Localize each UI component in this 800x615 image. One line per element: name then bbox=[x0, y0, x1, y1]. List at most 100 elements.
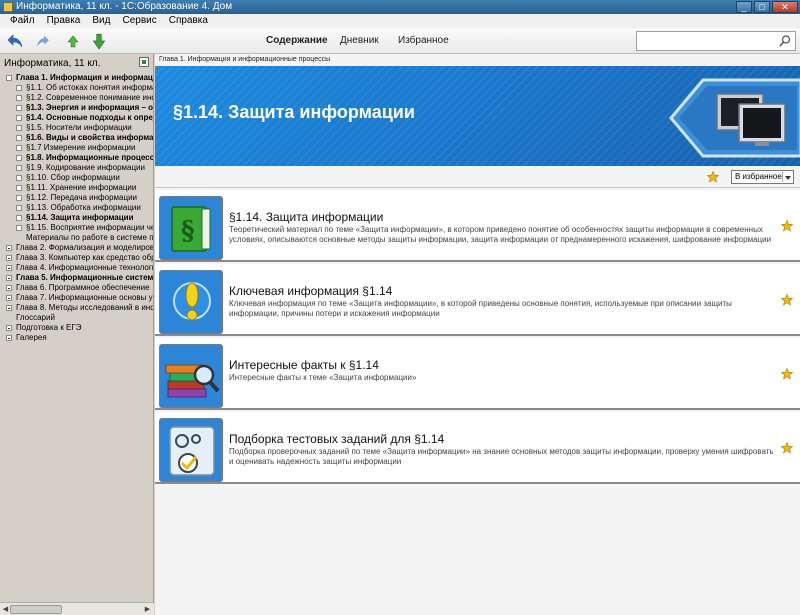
leaf-icon bbox=[16, 95, 22, 101]
up-arrow-icon bbox=[67, 35, 79, 48]
search-icon[interactable] bbox=[778, 34, 792, 48]
forward-arrow-icon bbox=[37, 35, 49, 46]
tree-section-item[interactable]: §1.5. Носители информации bbox=[0, 123, 153, 133]
expand-icon[interactable] bbox=[6, 295, 12, 301]
leaf-icon bbox=[16, 175, 22, 181]
empty-area bbox=[155, 489, 800, 615]
tree-section-item[interactable]: §1.14. Защита информации bbox=[0, 213, 153, 223]
expand-icon[interactable] bbox=[6, 275, 12, 281]
tree-section-item[interactable]: §1.13. Обработка информации bbox=[0, 203, 153, 213]
resource-card-tests[interactable]: Подборка тестовых заданий для §1.14 Подб… bbox=[155, 412, 800, 484]
leaf-icon bbox=[16, 145, 22, 151]
menu-view[interactable]: Вид bbox=[86, 14, 116, 28]
tree-chapter-item[interactable]: Глава 6. Программное обеспечение bbox=[0, 283, 153, 293]
star-icon[interactable] bbox=[781, 442, 793, 454]
expand-icon[interactable] bbox=[6, 285, 12, 291]
tree-item-label: §1.11. Хранение информации bbox=[26, 183, 137, 192]
tree-item-label: §1.8. Информационные процессы bbox=[26, 153, 153, 162]
chevron-down-icon[interactable] bbox=[782, 172, 792, 182]
favorites-select[interactable]: В избранное bbox=[731, 170, 794, 184]
search-input[interactable] bbox=[640, 32, 776, 50]
card-title[interactable]: Подборка тестовых заданий для §1.14 bbox=[229, 432, 444, 446]
collapse-icon[interactable] bbox=[6, 75, 12, 81]
tree-item-label: §1.9. Кодирование информации bbox=[26, 163, 145, 172]
tree-section-item[interactable]: §1.6. Виды и свойства информации bbox=[0, 133, 153, 143]
expand-icon[interactable] bbox=[6, 325, 12, 331]
expand-icon[interactable] bbox=[6, 265, 12, 271]
card-description: Ключевая информация по теме «Защита инфо… bbox=[229, 299, 732, 318]
tree-item-label: Глава 4. Информационные технологии bbox=[16, 263, 153, 272]
tree-chapter-item[interactable]: Галерея bbox=[0, 333, 153, 343]
breadcrumb[interactable]: Глава 1. Информация и информационные про… bbox=[159, 56, 330, 63]
tree-section-item[interactable]: §1.10. Сбор информации bbox=[0, 173, 153, 183]
scroll-left-icon[interactable]: ◀ bbox=[1, 605, 10, 614]
tree-section-item[interactable]: §1.12. Передача информации bbox=[0, 193, 153, 203]
card-title[interactable]: §1.14. Защита информации bbox=[229, 210, 383, 224]
tab-diary[interactable]: Дневник bbox=[340, 35, 379, 46]
tree-section-item[interactable]: §1.7 Измерение информации bbox=[0, 143, 153, 153]
tree-section-item[interactable]: §1.4. Основные подходы к определению bbox=[0, 113, 153, 123]
tree-chapter-item[interactable]: Глава 5. Информационные системы bbox=[0, 273, 153, 283]
card-title[interactable]: Ключевая информация §1.14 bbox=[229, 284, 392, 298]
down-button[interactable] bbox=[90, 32, 108, 50]
tree-chapter-item[interactable]: Глава 3. Компьютер как средство обработк… bbox=[0, 253, 153, 263]
resource-card-facts[interactable]: Интересные факты к §1.14 Интересные факт… bbox=[155, 338, 800, 410]
tree-chapter-item[interactable]: Глава 1. Информация и информационные про… bbox=[0, 73, 153, 83]
close-button[interactable]: ✕ bbox=[772, 1, 798, 13]
tree-chapter-item[interactable]: Глава 4. Информационные технологии bbox=[0, 263, 153, 273]
resource-card-theory[interactable]: § §1.14. Защита информации Теоретический… bbox=[155, 190, 800, 262]
tree-section-item[interactable]: §1.8. Информационные процессы bbox=[0, 153, 153, 163]
tree-item-label: Глава 1. Информация и информационные про… bbox=[16, 73, 153, 82]
minimize-button[interactable]: _ bbox=[736, 1, 752, 13]
forward-button[interactable] bbox=[34, 32, 52, 50]
up-button[interactable] bbox=[64, 32, 82, 50]
toolbar: Содержание Дневник Избранное bbox=[0, 28, 800, 54]
tree-chapter-item[interactable]: Подготовка к ЕГЭ bbox=[0, 323, 153, 333]
page-title: §1.14. Защита информации bbox=[173, 102, 415, 122]
sidebar-horizontal-scrollbar[interactable]: ◀ ▶ bbox=[0, 602, 154, 615]
tree-section-item[interactable]: §1.15. Восприятие информации человеком bbox=[0, 223, 153, 233]
monitors-icon bbox=[669, 78, 800, 158]
expand-icon[interactable] bbox=[6, 335, 12, 341]
tree-chapter-item[interactable]: Глоссарий bbox=[0, 313, 153, 323]
tree-chapter-item[interactable]: Глава 2. Формализация и моделирование bbox=[0, 243, 153, 253]
back-button[interactable] bbox=[6, 32, 24, 50]
title-bar: Информатика, 11 кл. - 1С:Образование 4. … bbox=[0, 0, 800, 14]
scroll-right-icon[interactable]: ▶ bbox=[143, 605, 152, 614]
tree-item-label: §1.1. Об истоках понятия информации bbox=[26, 83, 153, 92]
card-title[interactable]: Интересные факты к §1.14 bbox=[229, 358, 379, 372]
tree-section-item[interactable]: §1.9. Кодирование информации bbox=[0, 163, 153, 173]
card-description: Теоретический материал по теме «Защита и… bbox=[229, 225, 772, 244]
tree-chapter-item[interactable]: Глава 7. Информационные основы управлени… bbox=[0, 293, 153, 303]
expand-icon[interactable] bbox=[6, 255, 12, 261]
sidebar: Информатика, 11 кл. Глава 1. Информация … bbox=[0, 54, 154, 615]
book-icon: § bbox=[159, 196, 223, 260]
tree-section-item[interactable]: §1.3. Энергия и информация – основы bbox=[0, 103, 153, 113]
menu-help[interactable]: Справка bbox=[163, 14, 214, 28]
star-icon[interactable] bbox=[781, 368, 793, 380]
star-icon[interactable] bbox=[781, 220, 793, 232]
maximize-button[interactable]: □ bbox=[754, 1, 770, 13]
tree-section-item[interactable]: §1.1. Об истоках понятия информации bbox=[0, 83, 153, 93]
expand-icon[interactable] bbox=[6, 305, 12, 311]
menu-file[interactable]: Файл bbox=[4, 14, 41, 28]
scroll-thumb[interactable] bbox=[10, 605, 62, 614]
leaf-icon bbox=[16, 125, 22, 131]
expand-icon[interactable] bbox=[6, 245, 12, 251]
star-icon[interactable] bbox=[781, 294, 793, 306]
resource-card-key-info[interactable]: Ключевая информация §1.14 Ключевая инфор… bbox=[155, 264, 800, 336]
tab-favorites[interactable]: Избранное bbox=[398, 35, 449, 46]
tab-contents[interactable]: Содержание bbox=[266, 35, 328, 46]
menu-edit[interactable]: Правка bbox=[41, 14, 87, 28]
sidebar-pin-icon[interactable] bbox=[139, 57, 149, 67]
tree-chapter-item[interactable]: Глава 8. Методы исследований в информати… bbox=[0, 303, 153, 313]
tree-section-item[interactable]: §1.2. Современное понимание информации bbox=[0, 93, 153, 103]
star-icon[interactable] bbox=[707, 171, 719, 183]
leaf-icon bbox=[16, 215, 22, 221]
tree-item-label: §1.7 Измерение информации bbox=[26, 143, 136, 152]
tree-item-label: §1.13. Обработка информации bbox=[26, 203, 141, 212]
tree-section-item[interactable]: Материалы по работе в системе программир… bbox=[0, 233, 153, 243]
menu-service[interactable]: Сервис bbox=[116, 14, 162, 28]
tree-section-item[interactable]: §1.11. Хранение информации bbox=[0, 183, 153, 193]
search-box bbox=[636, 31, 796, 51]
